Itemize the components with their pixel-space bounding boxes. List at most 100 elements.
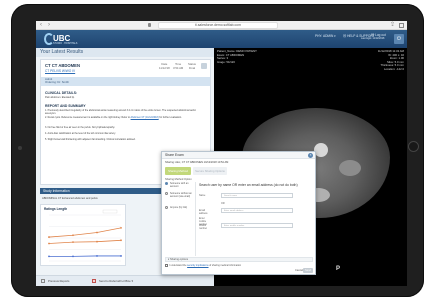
- data-point[interactable]: [48, 242, 50, 245]
- data-point[interactable]: [72, 241, 74, 244]
- data-point[interactable]: [72, 234, 74, 237]
- tab-secure-options[interactable]: Secure Sharing Options: [193, 167, 227, 175]
- sharing-method-options: Someone with an account Someone without …: [165, 182, 193, 216]
- mobile-input[interactable]: Enter mobile number: [221, 223, 293, 228]
- name-input[interactable]: Search name: [221, 193, 293, 198]
- radio-icon[interactable]: [165, 206, 168, 209]
- report-paragraph-3: 3. No free fluid or free air seen in the…: [45, 126, 115, 129]
- divider: [195, 182, 196, 256]
- stage: ‹ › ti.salesforce.demo.softlab.com ⇪ UBC…: [0, 0, 435, 301]
- line-chart: [48, 209, 122, 262]
- send-icon[interactable]: [92, 279, 96, 283]
- send-referral-menu[interactable]: Send to Referral/In-Office ▾: [99, 279, 133, 283]
- viewer-info-left: Patient_Name: DEMO PATIENT Exam: CT ABDO…: [217, 49, 257, 64]
- close-icon[interactable]: ×: [308, 153, 313, 158]
- field-label: Email address: [199, 209, 208, 215]
- data-point[interactable]: [120, 255, 122, 257]
- data-point[interactable]: [96, 255, 98, 257]
- confirm-text: of sharing medical information: [209, 264, 242, 267]
- modal-title: Share Exam: [165, 153, 184, 157]
- viewer-info-line: Image: 54/120: [217, 59, 235, 64]
- series-line-2: [48, 239, 122, 244]
- share-exam-modal: Share Exam × Sharing: Alex, CT CT ABDOME…: [161, 151, 316, 275]
- radio-selected-icon[interactable]: [165, 182, 168, 185]
- viewer-info-right: 11/12/2018 11:32 AM W: 400 L: 40 Zoom: 1…: [378, 49, 404, 72]
- clinical-text: Pain abdomen. Elevated lip.: [45, 96, 75, 99]
- report-heading: REPORT AND SUMMARY: [45, 104, 86, 108]
- send-button[interactable]: Send: [303, 268, 313, 273]
- report-text: for further evaluation.: [159, 116, 182, 119]
- security-link[interactable]: security implications: [187, 264, 208, 267]
- data-point[interactable]: [120, 239, 122, 242]
- camera-icon: [18, 146, 22, 150]
- data-point[interactable]: [96, 231, 98, 234]
- data-point[interactable]: [48, 255, 50, 258]
- section-title: Your Latest Results: [36, 48, 214, 57]
- home-button[interactable]: [408, 141, 419, 152]
- email-input[interactable]: Enter email address: [221, 208, 293, 213]
- report-paragraph-1: 1. Previously described irregularity of …: [45, 109, 196, 116]
- app-header: UBC STUDIO · HOSPITALS PHY: ADMIN ▾ Ⓜ HE…: [36, 30, 407, 48]
- checkbox-icon[interactable]: [165, 264, 168, 267]
- report-paragraph-5: 5. Slight bowel wall thickening with adj…: [45, 138, 136, 141]
- option-label: Someone without an account (via email): [170, 192, 192, 198]
- ct-organ-right: [339, 160, 361, 176]
- modal-header: Share Exam ×: [162, 152, 315, 159]
- logo-subtitle: STUDIO · HOSPITALS: [53, 42, 78, 45]
- app-logo[interactable]: UBC STUDIO · HOSPITALS: [44, 33, 77, 46]
- report-title: CT CT ABDOMEN: [45, 63, 80, 68]
- series-line-1: [48, 227, 122, 238]
- report-paragraph-4: 4. Aorto-iliac calcification at the leve…: [45, 132, 116, 135]
- confirm-checkbox-row[interactable]: I understand the security implications o…: [165, 264, 241, 267]
- data-point[interactable]: [120, 226, 122, 229]
- chart-card: Ratings Length: [40, 204, 126, 266]
- info-line: Ordering: Dr. Smith: [45, 80, 69, 85]
- confirm-text: I understand the: [169, 264, 187, 267]
- tabs-icon[interactable]: [399, 23, 404, 28]
- report-meta-status: Status Final: [188, 62, 196, 70]
- browser-bar: ‹ › ti.salesforce.demo.softlab.com ⇪: [36, 21, 407, 30]
- orientation-label: P: [336, 266, 341, 272]
- data-point[interactable]: [48, 236, 50, 238]
- viewer-info-line: Location: -142.0: [383, 66, 404, 71]
- field-label: Mobile number: [199, 224, 208, 230]
- field-label: OR: [221, 202, 225, 205]
- address-bar[interactable]: ti.salesforce.demo.softlab.com: [158, 22, 278, 29]
- back-icon[interactable]: ‹: [40, 22, 42, 29]
- study-description: ABDOMINAL CT Enhanced abdomen and pelvis: [42, 197, 98, 200]
- ct-aorta: [314, 143, 328, 157]
- meta-value: 3:54 AM: [173, 65, 184, 70]
- checkbox-icon[interactable]: [41, 279, 45, 283]
- previous-reports-link[interactable]: Previous Reports: [48, 279, 69, 283]
- status-icon[interactable]: [201, 63, 207, 69]
- lock-icon: [148, 23, 151, 27]
- chart-legend: [102, 209, 118, 214]
- user-menu[interactable]: PHY: ADMIN ▾: [315, 34, 336, 38]
- tablet-screen: ‹ › ti.salesforce.demo.softlab.com ⇪ UBC…: [36, 21, 407, 286]
- report-link[interactable]: CT PELVIS W/WO IV: [45, 69, 75, 73]
- radio-icon[interactable]: [165, 192, 168, 195]
- clinical-heading: CLINICAL DETAILS:: [45, 91, 78, 95]
- option-label: Anyone (by link): [170, 206, 188, 209]
- meta-value: 11/12/18: [159, 65, 170, 70]
- report-info-text: Admit Ordering: Dr. Smith: [45, 77, 69, 85]
- data-point[interactable]: [96, 240, 98, 243]
- report-paragraph-2: 2. Renal cysts. Reference measurement is…: [45, 116, 205, 119]
- tab-sharing-method[interactable]: Sharing Method: [165, 167, 191, 175]
- search-heading: Search user by name OR enter an email ad…: [199, 183, 298, 187]
- share-icon[interactable]: ⇪: [390, 22, 395, 29]
- report-ref-link[interactable]: Abdomen CT (11/12/2018): [131, 116, 159, 119]
- modal-subject: Sharing: Alex, CT CT ABDOMEN 10/12/2018 …: [165, 161, 229, 164]
- report-meta-date: Date 11/12/18: [159, 62, 170, 70]
- report-text: 2. Renal cysts. Reference measurement is…: [45, 116, 130, 119]
- report-meta-time: Time 3:54 AM: [173, 62, 184, 70]
- cancel-button[interactable]: Cancel: [295, 269, 303, 272]
- report-info-bar: Admit Ordering: Dr. Smith: [41, 77, 210, 86]
- logout-icon[interactable]: ⏻: [394, 34, 404, 44]
- sharing-options-toggle[interactable]: ▾ Sharing options: [165, 257, 313, 262]
- data-point[interactable]: [72, 255, 74, 258]
- field-label: Name: [199, 194, 206, 197]
- forward-icon[interactable]: ›: [48, 22, 50, 29]
- meta-value: Final: [188, 65, 195, 70]
- last-login-text: Last login: 11/12/2018: [361, 37, 385, 40]
